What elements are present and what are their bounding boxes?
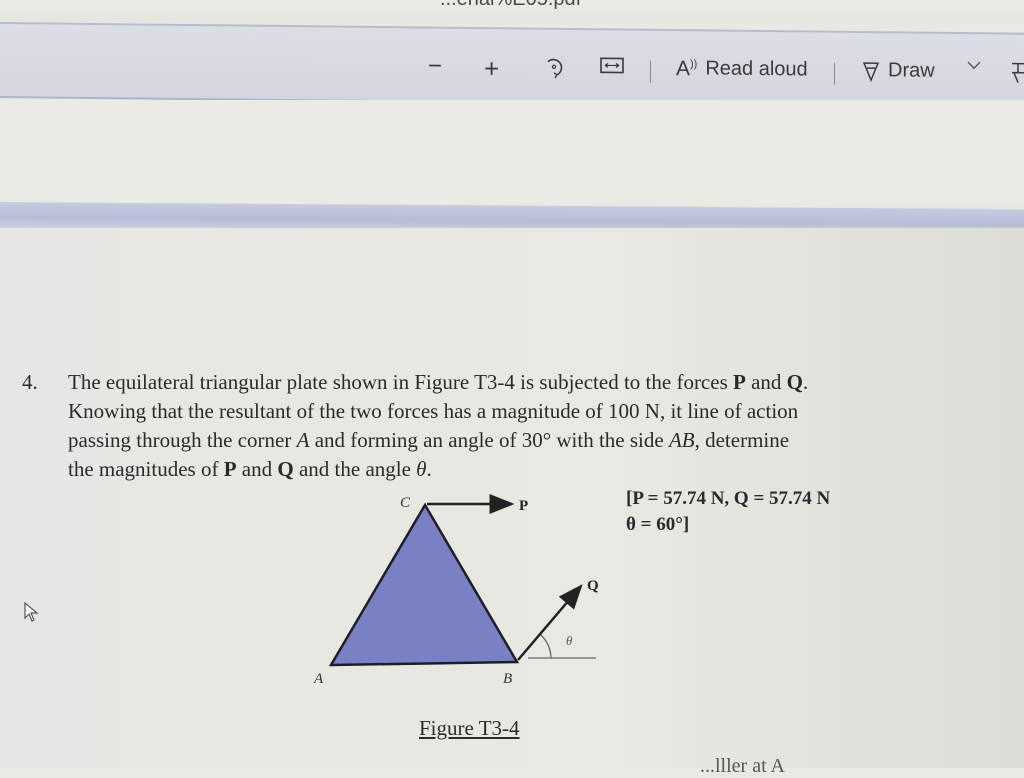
next-text-fragment: ...lller at A: [700, 755, 785, 777]
pdf-toolbar: − + A)) Read aloud Draw: [0, 22, 1024, 109]
answer-forces: [P = 57.74 N, Q = 57.74 N: [626, 488, 831, 509]
minus-icon: −: [428, 52, 443, 80]
question-line: passing through the corner A and forming…: [68, 428, 790, 452]
plus-icon: +: [484, 53, 500, 84]
question-line: The equilateral triangular plate shown i…: [68, 370, 809, 394]
read-aloud-label: Read aloud: [705, 57, 808, 81]
window-title-bar: ...ehal%E05.pdf: [0, 0, 1024, 22]
previous-page-bottom: [0, 100, 1024, 204]
zoom-out-button[interactable]: −: [428, 52, 443, 80]
zoom-in-button[interactable]: +: [484, 53, 500, 84]
toolbar-divider: [834, 62, 835, 85]
angle-arc: [540, 634, 552, 659]
draw-button[interactable]: Draw: [862, 59, 935, 83]
highlight-button[interactable]: [1010, 61, 1024, 85]
vertex-label-a: A: [313, 671, 324, 687]
triangular-plate: [328, 502, 520, 667]
rotate-icon: [547, 58, 563, 79]
fit-width-icon: [600, 57, 624, 74]
question-line: Knowing that the resultant of the two fo…: [68, 399, 799, 423]
toolbar-divider: [650, 60, 651, 83]
fit-page-button[interactable]: [600, 56, 624, 74]
question-text: The equilateral triangular plate shown i…: [68, 368, 908, 484]
read-aloud-button[interactable]: A)) Read aloud: [676, 57, 808, 81]
rotate-button[interactable]: [543, 56, 565, 80]
mouse-cursor-icon: [24, 602, 39, 622]
highlight-icon: [1012, 62, 1024, 83]
force-label-q: Q: [587, 578, 599, 594]
answer-block: [P = 57.74 N, Q = 57.74 N θ = 60°]: [626, 486, 830, 538]
chevron-down-icon: [967, 61, 981, 70]
draw-pen-icon: [862, 61, 880, 82]
vertex-label-c: C: [400, 495, 411, 511]
vertex-label-b: B: [503, 671, 512, 687]
angle-label-theta: θ: [566, 633, 573, 648]
question-number: 4.: [22, 370, 38, 394]
window-title: ...ehal%E05.pdf: [440, 0, 581, 11]
figure-caption: Figure T3-4: [419, 716, 520, 740]
draw-label: Draw: [888, 59, 935, 82]
draw-options-dropdown[interactable]: [966, 60, 982, 70]
force-label-p: P: [519, 498, 528, 514]
figure-t3-4: C A B P Q θ: [313, 494, 599, 687]
answer-angle: θ = 60°]: [626, 514, 690, 535]
read-aloud-icon: A)): [676, 57, 698, 81]
